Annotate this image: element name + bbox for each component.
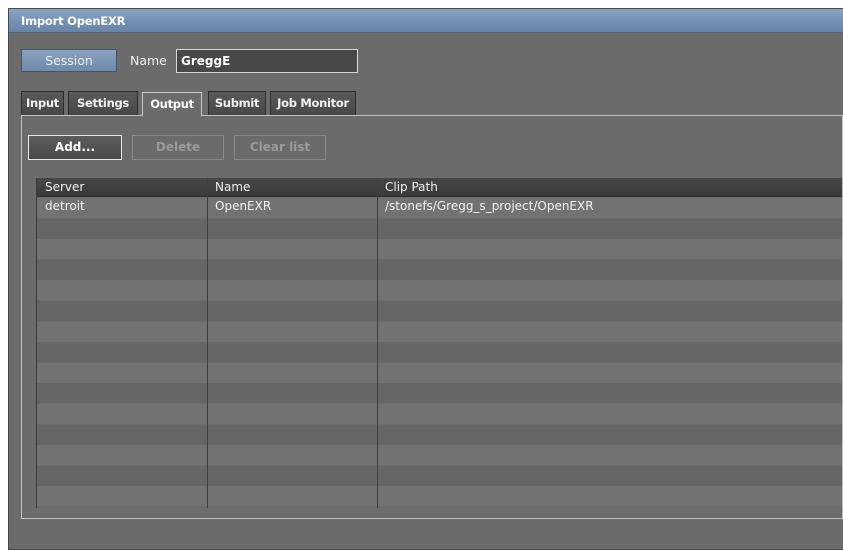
table-row[interactable] bbox=[37, 342, 842, 363]
table-row[interactable] bbox=[37, 465, 842, 486]
output-panel: Add... Delete Clear list Server Name Cli… bbox=[21, 115, 843, 519]
table-row[interactable] bbox=[37, 301, 842, 321]
table-row[interactable] bbox=[37, 424, 842, 445]
table-row[interactable] bbox=[37, 404, 842, 424]
table-row[interactable] bbox=[37, 259, 842, 280]
column-divider[interactable] bbox=[207, 178, 208, 508]
table-header: Server Name Clip Path bbox=[37, 178, 842, 197]
add-button[interactable]: Add... bbox=[28, 135, 122, 160]
table-row[interactable] bbox=[37, 280, 842, 301]
name-field[interactable]: GreggE bbox=[176, 49, 358, 73]
table-row[interactable] bbox=[37, 362, 842, 383]
column-header-name[interactable]: Name bbox=[207, 178, 377, 197]
column-divider[interactable] bbox=[377, 178, 378, 508]
table-row[interactable] bbox=[37, 239, 842, 260]
table-row[interactable] bbox=[37, 486, 842, 507]
clear-list-button[interactable]: Clear list bbox=[234, 135, 326, 160]
tab-output[interactable]: Output bbox=[142, 92, 202, 116]
session-button[interactable]: Session bbox=[21, 49, 117, 72]
tab-job-monitor[interactable]: Job Monitor bbox=[270, 91, 356, 115]
window-titlebar[interactable]: Import OpenEXR bbox=[9, 9, 843, 33]
table-row[interactable] bbox=[37, 445, 842, 466]
table-row[interactable] bbox=[37, 321, 842, 342]
tab-submit[interactable]: Submit bbox=[208, 91, 266, 115]
name-label: Name bbox=[130, 53, 167, 68]
tab-settings[interactable]: Settings bbox=[68, 91, 138, 115]
table-cell: OpenEXR bbox=[215, 199, 272, 213]
table-row[interactable]: detroit OpenEXR/stonefs/Gregg_s_project/O… bbox=[37, 198, 842, 218]
delete-button[interactable]: Delete bbox=[132, 135, 224, 160]
table-row[interactable] bbox=[37, 218, 842, 239]
column-header-server[interactable]: Server bbox=[37, 178, 207, 197]
table-cell: /stonefs/Gregg_s_project/OpenEXR bbox=[385, 199, 594, 213]
window-title: Import OpenEXR bbox=[21, 14, 126, 28]
tab-input[interactable]: Input bbox=[21, 91, 64, 115]
column-header-clip-path[interactable]: Clip Path bbox=[377, 178, 842, 197]
output-table: Server Name Clip Path detroit OpenEXR/sto… bbox=[36, 178, 842, 508]
import-openexr-window: Import OpenEXR Session Name GreggE Input… bbox=[8, 8, 843, 550]
table-row[interactable] bbox=[37, 383, 842, 404]
table-cell: detroit bbox=[45, 199, 85, 213]
